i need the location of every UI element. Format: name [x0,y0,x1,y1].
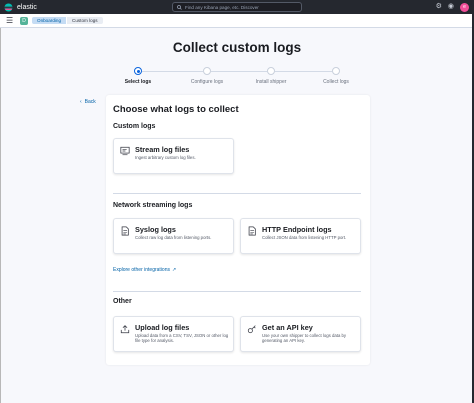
card-title: HTTP Endpoint logs [262,225,332,234]
chevron-left-icon: ‹ [80,99,82,105]
global-search-input[interactable]: Find any Kibana page, etc. Discover [172,2,302,12]
card-description: Ingest arbitrary custom log files. [135,155,196,160]
card-description: Collect raw log data from listening port… [135,235,212,240]
search-icon [177,4,182,10]
document-icon [248,226,256,236]
elastic-logo-icon [4,2,13,12]
step-1-indicator [134,67,142,75]
header-actions: ⚙ ◉ e [436,2,469,12]
page-title: Collect custom logs [172,40,302,55]
log-selection-panel: Choose what logs to collect Custom logs … [106,95,370,365]
step-connector [275,70,332,72]
back-label: Back [84,99,96,105]
card-title: Stream log files [135,145,190,154]
step-connector [142,70,203,72]
card-title: Upload log files [135,323,190,332]
document-icon [121,226,129,236]
explore-link-label: Explore other integrations [113,267,170,273]
step-1-label: Select logs [124,79,152,85]
panel-title: Choose what logs to collect [113,104,239,115]
step-4-label: Collect logs [323,79,349,85]
upload-icon [120,325,130,334]
search-placeholder: Find any Kibana page, etc. Discover [185,4,259,10]
window-edge-left [0,28,1,403]
step-4-indicator [332,67,340,75]
breadcrumb-bar: ☰ D Onboarding Custom logs [0,14,474,28]
step-3-label: Install shipper [255,79,287,85]
card-http-endpoint-logs[interactable]: HTTP Endpoint logs Collect JSON data fro… [240,218,361,254]
elastic-logo[interactable]: elastic [4,2,37,12]
step-2-label: Configure logs [190,79,224,85]
card-title: Get an API key [262,323,313,332]
card-title: Syslog logs [135,225,176,234]
explore-integrations-link[interactable]: Explore other integrations ↗ [113,267,176,273]
card-stream-log-files[interactable]: Stream log files Ingest arbitrary custom… [113,138,234,174]
step-2-indicator [203,67,211,75]
space-avatar[interactable]: D [20,16,28,25]
card-syslog-logs[interactable]: Syslog logs Collect raw log data from li… [113,218,234,254]
external-link-icon: ↗ [171,267,177,273]
gear-icon[interactable]: ⚙ [436,2,442,12]
section-divider [113,193,361,194]
card-get-api-key[interactable]: Get an API key Use your own shipper to c… [240,316,361,352]
key-icon [247,325,256,334]
help-icon[interactable]: ◉ [448,2,454,12]
step-connector [211,70,267,72]
back-link[interactable]: ‹ Back [80,99,96,105]
log-file-icon [120,146,130,156]
section-divider [113,291,361,292]
card-description: Collect JSON data from listening HTTP po… [262,235,347,240]
card-description: Use your own shipper to collect logs dat… [262,333,347,344]
header-bar: elastic Find any Kibana page, etc. Disco… [0,0,474,14]
breadcrumb-onboarding[interactable]: Onboarding [32,17,67,24]
brand-name: elastic [17,3,37,11]
card-description: Upload data from a CSV, TSV, JSON or oth… [135,333,229,344]
menu-icon[interactable]: ☰ [6,16,16,25]
step-3-indicator [267,67,275,75]
card-upload-log-files[interactable]: Upload log files Upload data from a CSV,… [113,316,234,352]
user-avatar[interactable]: e [460,2,469,12]
progress-stepper: Select logs Configure logs Install shipp… [100,66,380,88]
breadcrumb-custom-logs: Custom logs [67,17,103,24]
section-title-other: Other [113,298,132,305]
section-title-custom-logs: Custom logs [113,123,156,130]
section-title-network-streaming: Network streaming logs [113,202,193,209]
